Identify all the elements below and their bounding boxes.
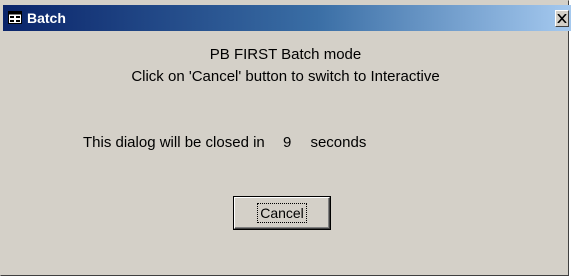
window-title: Batch (27, 10, 66, 26)
close-icon (557, 14, 567, 23)
batch-dialog: Batch PB FIRST Batch mode Click on 'Canc… (0, 0, 571, 276)
title-bar[interactable]: Batch (3, 5, 571, 31)
close-button[interactable] (555, 10, 569, 27)
countdown-text: This dialog will be closed in 9 seconds (83, 134, 366, 152)
cancel-button-label: Cancel (257, 203, 307, 223)
form-icon (8, 11, 22, 24)
cancel-button[interactable]: Cancel (234, 197, 330, 229)
countdown-seconds-value: 9 (282, 134, 292, 151)
batch-mode-heading: PB FIRST Batch mode (209, 46, 362, 63)
countdown-suffix: seconds (310, 134, 367, 151)
instruction-text: Click on 'Cancel' button to switch to In… (131, 68, 440, 85)
countdown-prefix: This dialog will be closed in (83, 134, 265, 151)
